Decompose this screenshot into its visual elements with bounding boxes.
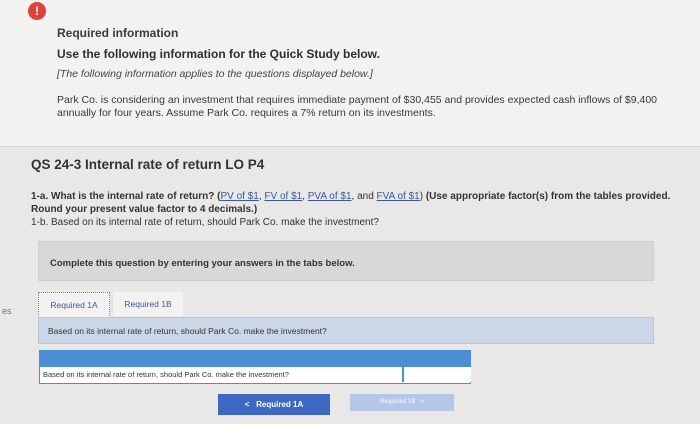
answer-table-row: Based on its internal rate of return, sh… <box>39 366 471 384</box>
info-heading: Required information <box>57 26 179 40</box>
required-information-panel: ! Required information Use the following… <box>0 0 700 147</box>
link-pva-of-1[interactable]: PVA of $1 <box>308 191 352 202</box>
next-required-1b-button[interactable]: Required 1B > <box>350 394 454 411</box>
answer-row-question: Based on its internal rate of return, sh… <box>43 370 289 379</box>
link-fv-of-1[interactable]: FV of $1 <box>264 191 302 202</box>
answer-tabs: Required 1A Required 1B <box>38 292 652 318</box>
tab-required-1b[interactable]: Required 1B <box>110 292 183 316</box>
question-text: 1-a. What is the internal rate of return… <box>31 190 681 229</box>
left-margin-text: es <box>2 306 12 316</box>
link-pv-of-1[interactable]: PV of $1 <box>220 191 258 202</box>
link-separator: , and <box>351 191 377 202</box>
chevron-right-icon: > <box>420 399 424 405</box>
part-a-prefix: 1-a. What is the internal rate of return… <box>31 191 221 202</box>
next-button-label: Required 1B <box>380 399 416 405</box>
info-note: [The following information applies to th… <box>57 68 373 80</box>
investment-answer-input[interactable] <box>402 367 471 382</box>
question-title: QS 24-3 Internal rate of return LO P4 <box>31 157 265 172</box>
chevron-left-icon: < <box>244 400 250 409</box>
tab-required-1a[interactable]: Required 1A <box>38 292 110 318</box>
prev-required-1a-button[interactable]: < Required 1A <box>218 394 330 415</box>
answer-table-header <box>39 350 471 366</box>
part-b-text: 1-b. Based on its internal rate of retur… <box>31 217 379 228</box>
info-subheading: Use the following information for the Qu… <box>57 47 380 61</box>
answer-panel-text: Based on its internal rate of return, sh… <box>48 326 327 336</box>
answer-panel-header: Based on its internal rate of return, sh… <box>38 317 654 344</box>
complete-instruction-text: Complete this question by entering your … <box>50 258 355 269</box>
prev-button-label: Required 1A <box>256 400 304 409</box>
link-fva-of-1[interactable]: FVA of $1 <box>377 191 420 202</box>
complete-instruction-bar: Complete this question by entering your … <box>38 241 654 281</box>
info-body: Park Co. is considering an investment th… <box>57 94 658 119</box>
alert-icon: ! <box>28 2 46 20</box>
